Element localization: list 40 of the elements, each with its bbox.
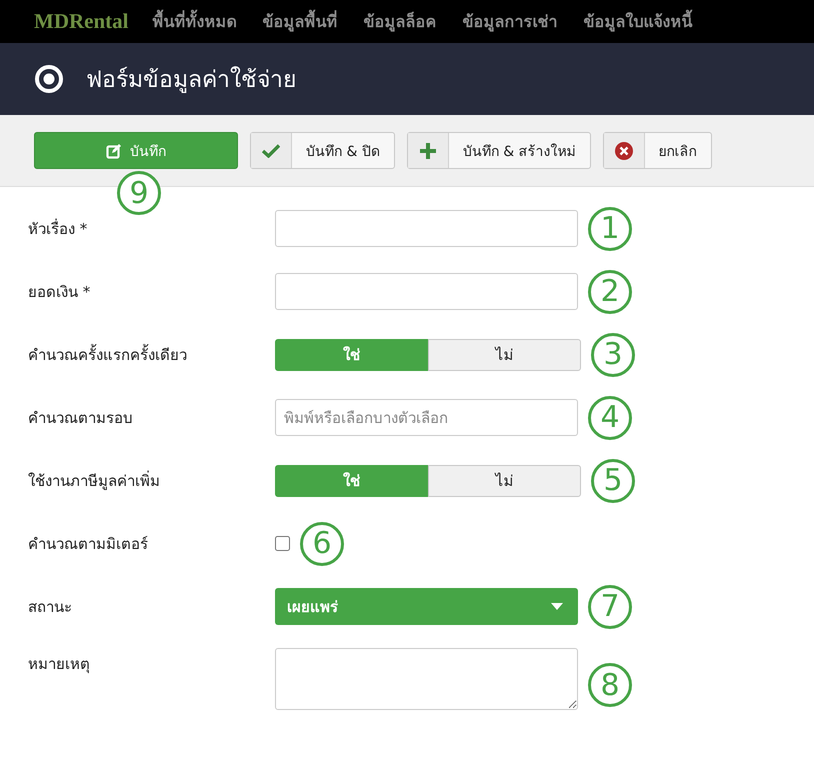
toggle-option[interactable]: ไม่ bbox=[428, 338, 581, 370]
toolbar-button[interactable]: ยกเลิก bbox=[602, 132, 712, 169]
nav-link[interactable]: ข้อมูลใบแจ้งหนี้ bbox=[583, 9, 692, 34]
caret-icon bbox=[551, 603, 563, 610]
callout-number: 3 bbox=[591, 332, 635, 376]
edit-icon bbox=[106, 142, 122, 158]
input-field[interactable]: พิมพ์หรือเลือกบางตัวเลือก bbox=[275, 399, 578, 436]
nav-link[interactable]: ข้อมูลพื้นที่ bbox=[262, 9, 338, 34]
radio-target-icon bbox=[34, 64, 64, 94]
callout-number: 8 bbox=[588, 663, 632, 707]
callout-number: 1 bbox=[588, 206, 632, 250]
toolbar-button[interactable]: บันทึก & สร้างใหม่ bbox=[406, 132, 591, 169]
callout-number: 7 bbox=[588, 584, 632, 628]
field-label: ยอดเงิน * bbox=[28, 282, 92, 302]
field-label: สถานะ bbox=[28, 596, 73, 618]
nav-link[interactable]: ข้อมูลการเช่า bbox=[462, 9, 558, 34]
callout-number: 4 bbox=[588, 396, 632, 440]
input-field[interactable] bbox=[275, 273, 578, 310]
field-label: หัวเรื่อง * bbox=[28, 218, 88, 240]
checkbox[interactable] bbox=[275, 536, 290, 551]
field-label: คำนวณครั้งแรกครั้งเดียว bbox=[28, 343, 188, 366]
text-area[interactable] bbox=[275, 648, 578, 710]
field-label: ใช้งานภาษีมูลค่าเพิ่ม bbox=[28, 470, 161, 492]
callout-number: 6 bbox=[300, 522, 344, 566]
page-title: ฟอร์มข้อมูลค่าใช้จ่าย bbox=[86, 65, 296, 95]
callout-number: 2 bbox=[588, 270, 632, 314]
field-label: หมายเหตุ bbox=[28, 654, 91, 676]
callout-number: 9 bbox=[117, 171, 161, 215]
brand-logo[interactable]: MDRental bbox=[34, 9, 128, 34]
callout-number: 5 bbox=[591, 458, 635, 502]
toggle-option[interactable]: ไม่ bbox=[428, 464, 581, 496]
plus-icon bbox=[420, 142, 436, 158]
field-label: คำนวณตามมิเตอร์ bbox=[28, 534, 149, 554]
nav-link[interactable]: พื้นที่ทั้งหมด bbox=[152, 9, 236, 34]
toolbar-button[interactable]: บันทึก & ปิด bbox=[250, 132, 395, 169]
check-icon bbox=[262, 144, 280, 158]
nav-link[interactable]: ข้อมูลล็อค bbox=[363, 9, 436, 34]
input-field[interactable] bbox=[275, 210, 578, 247]
field-label: คำนวณตามรอบ bbox=[28, 408, 134, 428]
cancel-icon bbox=[614, 142, 633, 160]
